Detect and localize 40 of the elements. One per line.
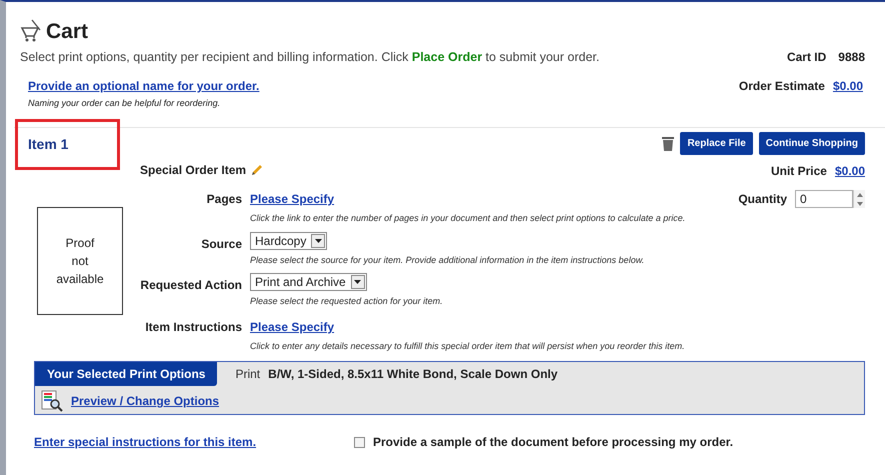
print-value: B/W, 1-Sided, 8.5x11 White Bond, Scale Down Only (268, 366, 558, 384)
page-title: Cart (46, 21, 88, 42)
dropdown[interactable]: Print and Archive (250, 273, 367, 292)
preview-options-link[interactable]: Preview / Change Options (71, 392, 220, 410)
page-description: Select print options, quantity per recipient and billing information. Click Place Order to submit your order. (20, 49, 600, 66)
cart-id-label: Cart ID (786, 49, 826, 66)
item-title: Item 1 (28, 135, 68, 154)
pencil-icon[interactable] (250, 164, 264, 177)
field-label: Pages (206, 191, 243, 208)
quantity-field[interactable]: 0 (795, 190, 853, 208)
cart-id: 9888 (838, 49, 865, 66)
field-label: Requested Action (139, 277, 243, 294)
action-button[interactable]: Replace File (680, 132, 753, 156)
dropdown[interactable]: Hardcopy (250, 232, 328, 250)
preview-icon (41, 390, 63, 412)
field-label: Source (200, 236, 243, 253)
trash-icon[interactable] (662, 136, 674, 152)
unit-price-label: Unit Price (770, 163, 827, 180)
quantity-label: Quantity (738, 191, 787, 208)
order-estimate-label: Order Estimate (738, 78, 825, 95)
order-name-hint: Naming your order can be helpful for reordering. (28, 96, 222, 110)
field-hint: Please select the requested action for your item. (250, 295, 443, 308)
spinner-icon[interactable] (853, 190, 865, 208)
order-estimate-link[interactable]: $0.00 (832, 76, 863, 95)
unit-price-link[interactable]: $0.00 (834, 162, 865, 180)
field-hint: Please select the source for your item. Provide additional information in the item instructions below. (250, 254, 644, 267)
print-label: Print (235, 366, 260, 384)
field-hint: Click the link to enter the number of pages in your document and then select print options to calculate a price. (250, 212, 686, 226)
special-instructions-link[interactable]: Enter special instructions for this item. (34, 433, 354, 452)
sample-checkbox[interactable] (354, 436, 365, 448)
sample-label: Provide a sample of the document before processing my order. (373, 434, 734, 452)
please-specify-link[interactable]: Please Specify (250, 314, 685, 336)
action-button[interactable]: Continue Shopping (758, 132, 865, 156)
field-label: Item Instructions (144, 318, 243, 336)
field-hint: Click to enter any details necessary to fulfill this special order item that will persist when you reorder this item. (250, 340, 685, 353)
proof-frame: Proof not available (37, 207, 123, 316)
please-specify-link[interactable]: Please Specify (250, 187, 686, 208)
item-name: Special Order Item (140, 162, 246, 180)
order-name-link[interactable]: Provide an optional name for your order. (28, 76, 260, 95)
cart-icon (20, 18, 42, 42)
